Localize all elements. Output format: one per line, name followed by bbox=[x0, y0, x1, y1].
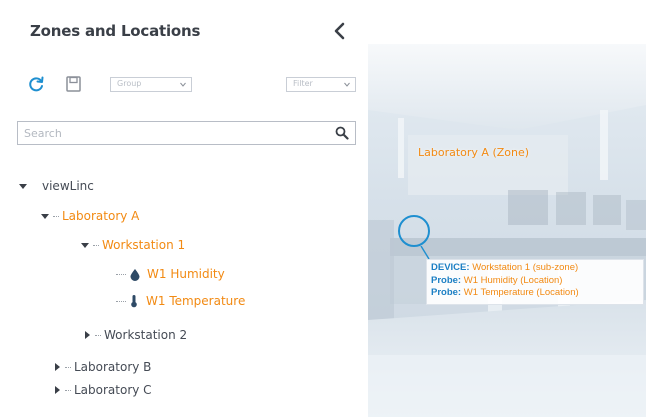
tree-label: Laboratory B bbox=[74, 360, 152, 374]
tree-node-root[interactable]: viewLinc bbox=[18, 176, 94, 196]
chevron-left-icon bbox=[334, 22, 345, 40]
tooltip-probe-row: Probe: W1 Humidity (Location) bbox=[431, 275, 639, 288]
tooltip-device-value: Workstation 1 (sub-zone) bbox=[472, 262, 579, 273]
collapse-panel-button[interactable] bbox=[330, 20, 350, 42]
collapse-icon[interactable] bbox=[18, 181, 28, 191]
tree-label: Laboratory C bbox=[74, 383, 152, 397]
search-box bbox=[17, 121, 356, 145]
device-tooltip: DEVICE: Workstation 1 (sub-zone) Probe: … bbox=[426, 259, 644, 305]
tree-label: W1 Temperature bbox=[146, 294, 246, 308]
expand-icon[interactable] bbox=[82, 330, 92, 340]
chevron-down-icon bbox=[344, 82, 350, 87]
save-button[interactable] bbox=[64, 74, 84, 94]
zones-panel: Zones and Locations Group Filter Search … bbox=[0, 0, 368, 417]
refresh-icon bbox=[29, 76, 44, 92]
chevron-down-icon bbox=[180, 82, 186, 87]
refresh-button[interactable] bbox=[26, 74, 46, 94]
tooltip-probe-row: Probe: W1 Temperature (Location) bbox=[431, 287, 639, 300]
laboratory-photo bbox=[368, 0, 646, 417]
search-icon[interactable] bbox=[335, 126, 349, 140]
tooltip-probe-key: Probe: bbox=[431, 274, 462, 286]
tooltip-device-key: DEVICE: bbox=[431, 262, 470, 273]
tree-label: Laboratory A bbox=[62, 209, 140, 223]
tooltip-probe-value: W1 Humidity (Location) bbox=[463, 274, 563, 286]
marker-connector bbox=[420, 246, 430, 260]
panel-toolbar: Group Filter bbox=[26, 72, 362, 96]
collapse-icon[interactable] bbox=[80, 240, 90, 250]
tree-node-laboratory-b[interactable]: Laboratory B bbox=[52, 357, 151, 377]
tree-label: viewLinc bbox=[42, 179, 94, 193]
tooltip-probe-value: W1 Temperature (Location) bbox=[463, 287, 579, 298]
search-input[interactable] bbox=[18, 122, 318, 144]
tree-node-laboratory-c[interactable]: Laboratory C bbox=[52, 380, 152, 400]
tree-node-w1-humidity[interactable]: W1 Humidity bbox=[116, 264, 225, 284]
zone-label[interactable]: Laboratory A (Zone) bbox=[418, 146, 529, 159]
group-dropdown-value: Group bbox=[117, 79, 142, 88]
filter-dropdown-value: Filter bbox=[293, 79, 313, 88]
droplet-icon bbox=[130, 268, 140, 281]
tree-node-workstation-1[interactable]: Workstation 1 bbox=[80, 235, 185, 255]
expand-icon[interactable] bbox=[52, 362, 62, 372]
tooltip-device-row: DEVICE: Workstation 1 (sub-zone) bbox=[431, 262, 639, 275]
filter-dropdown[interactable]: Filter bbox=[286, 77, 356, 92]
tree-node-workstation-2[interactable]: Workstation 2 bbox=[82, 325, 187, 345]
tree-label: Workstation 2 bbox=[104, 328, 188, 342]
tree-node-laboratory-a[interactable]: Laboratory A bbox=[40, 206, 139, 226]
expand-icon[interactable] bbox=[52, 385, 62, 395]
laboratory-image bbox=[368, 0, 646, 417]
tree-label: W1 Humidity bbox=[147, 267, 225, 281]
tree-node-w1-temperature[interactable]: W1 Temperature bbox=[116, 291, 245, 311]
save-icon bbox=[66, 76, 81, 92]
thermometer-icon bbox=[131, 295, 137, 308]
group-dropdown[interactable]: Group bbox=[110, 77, 192, 92]
collapse-icon[interactable] bbox=[40, 211, 50, 221]
panel-title: Zones and Locations bbox=[30, 22, 201, 40]
tree-label: Workstation 1 bbox=[102, 238, 186, 252]
device-marker[interactable] bbox=[398, 215, 430, 247]
tooltip-probe-key: Probe: bbox=[431, 287, 462, 298]
